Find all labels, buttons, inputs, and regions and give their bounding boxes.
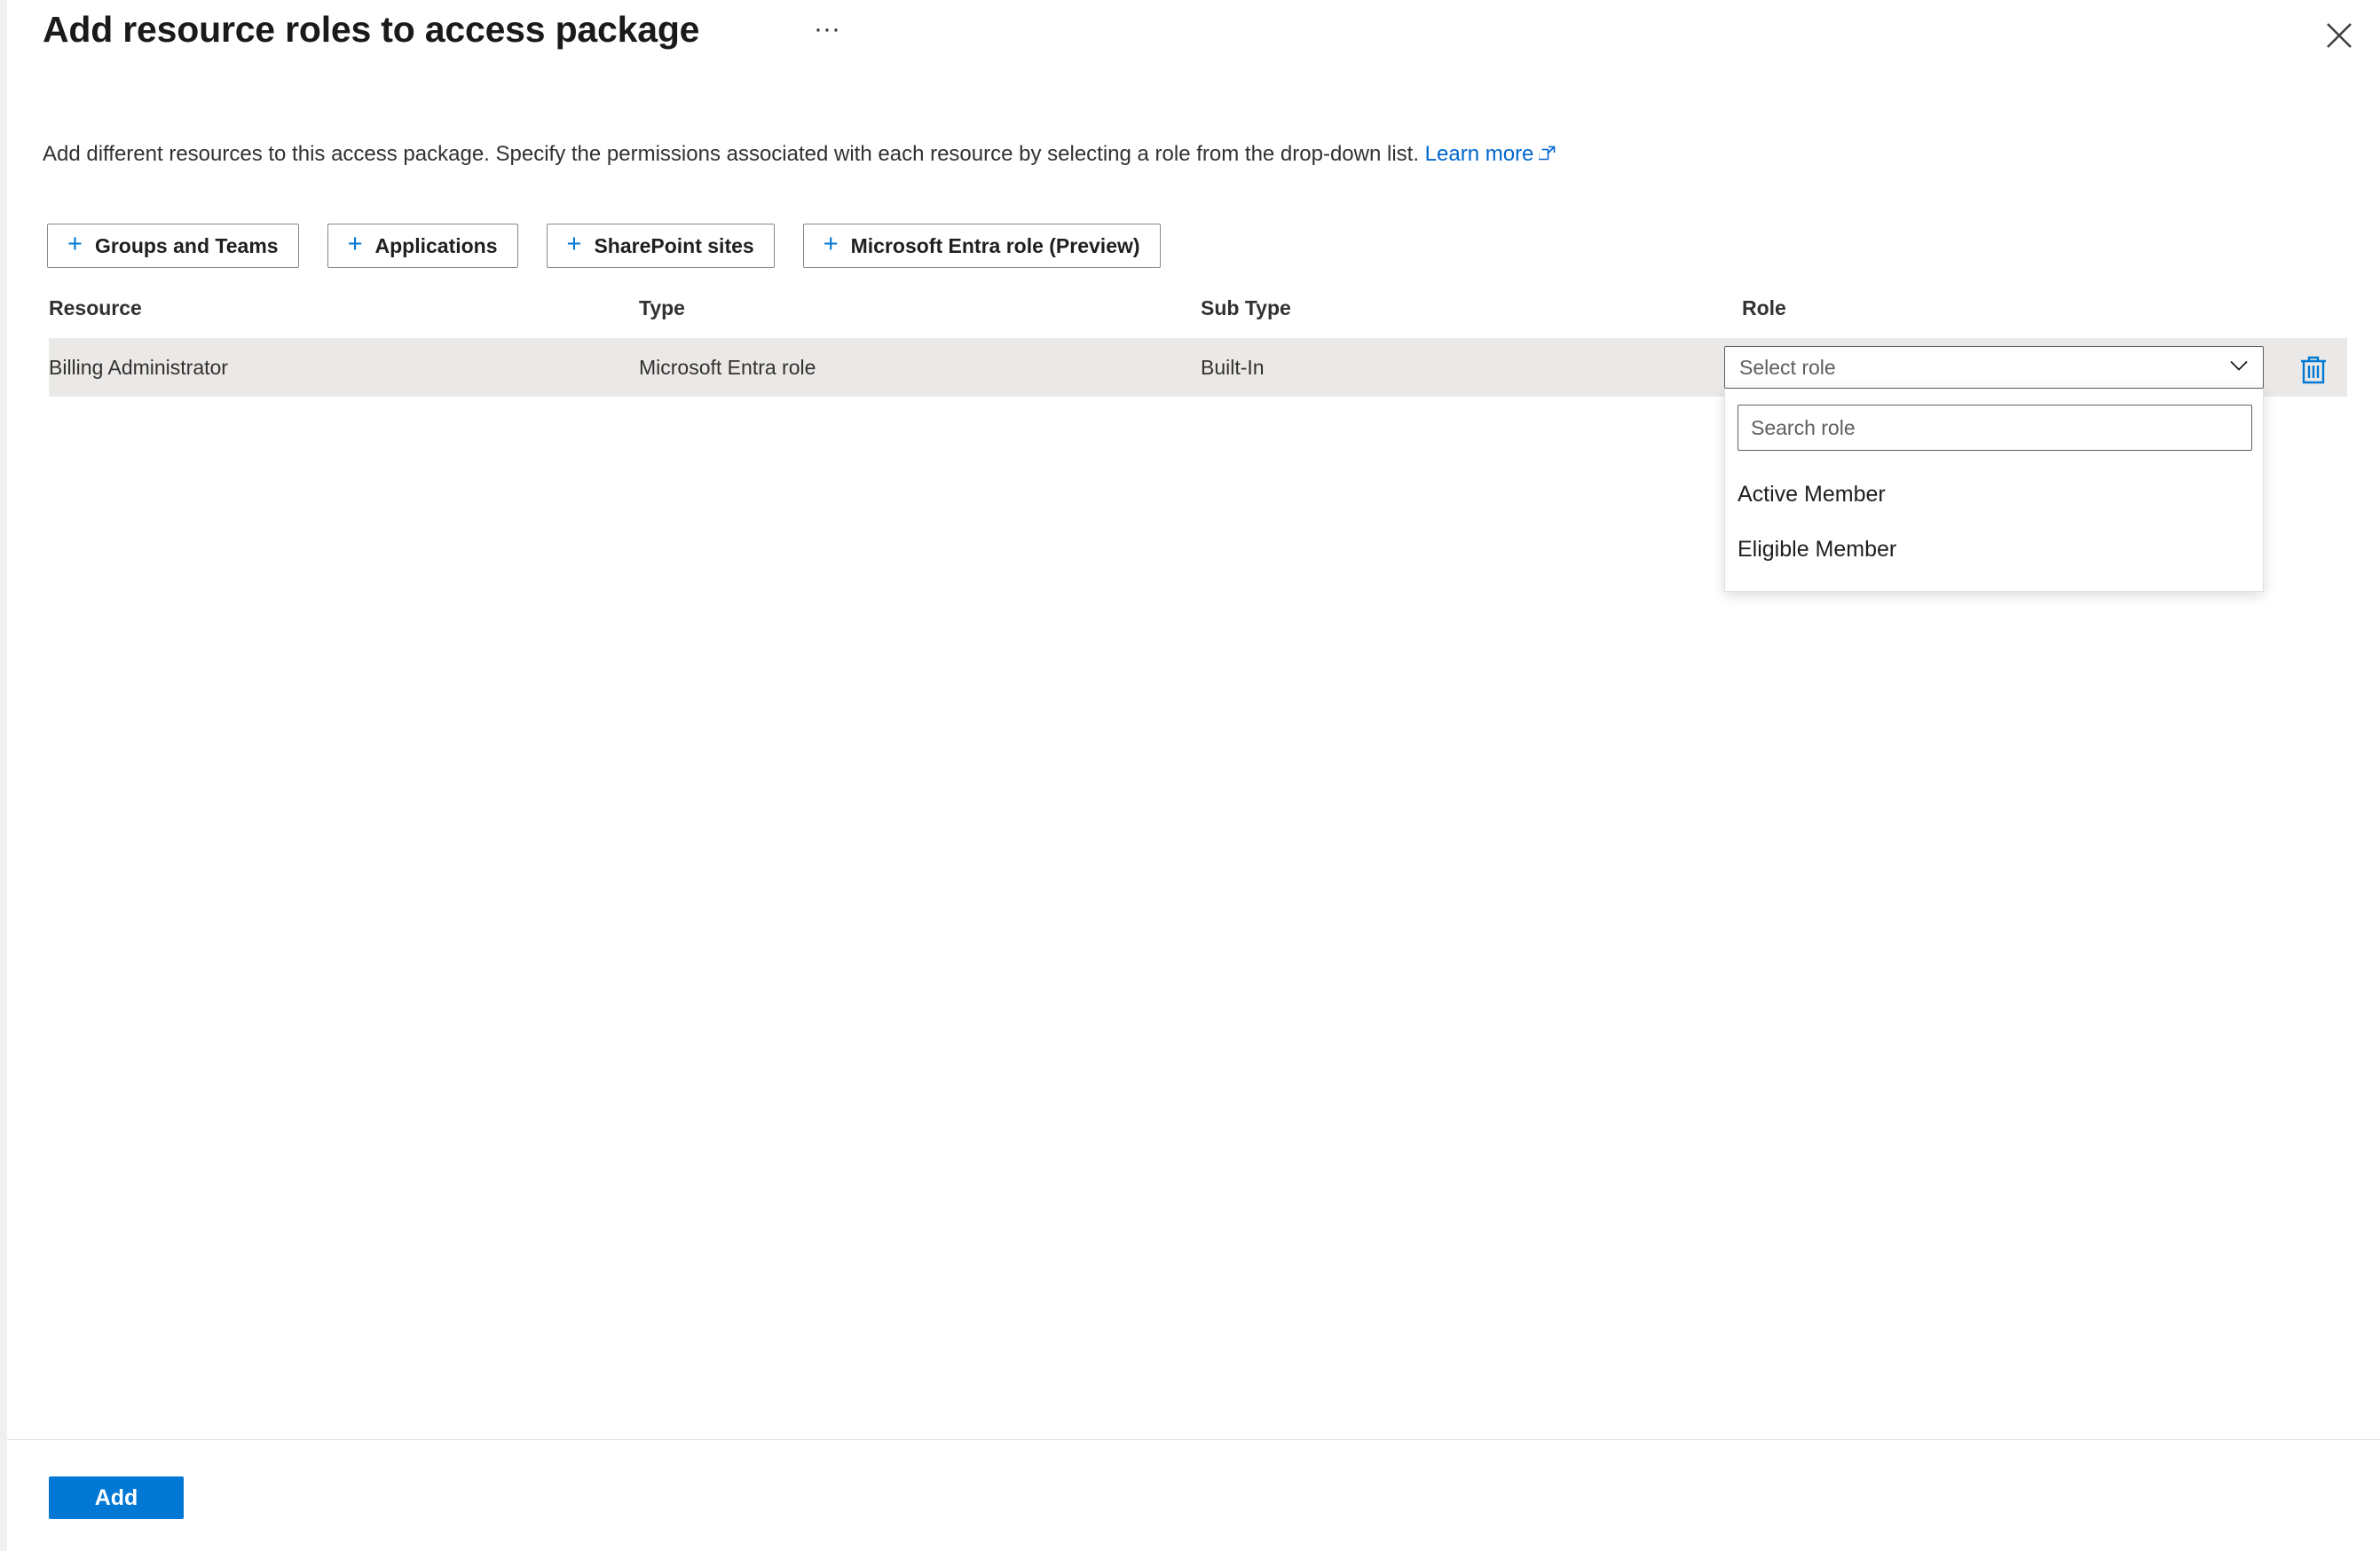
role-select-value: Select role [1739, 355, 1836, 379]
add-button[interactable]: Add [49, 1476, 184, 1519]
cell-sub-type: Built-In [1201, 356, 1265, 379]
learn-more-link[interactable]: Learn more [1425, 142, 1534, 166]
plus-icon: + [347, 230, 363, 258]
description-text: Add different resources to this access p… [43, 142, 1419, 166]
add-resource-command-bar: + Groups and Teams + Applications + Shar… [47, 224, 1161, 268]
role-search-input[interactable] [1738, 405, 2252, 451]
role-option-eligible-member[interactable]: Eligible Member [1725, 522, 2263, 577]
role-option-active-member[interactable]: Active Member [1725, 467, 2263, 522]
blade-footer: Add [7, 1439, 2380, 1551]
column-header-sub-type: Sub Type [1201, 296, 1291, 319]
blade-container: Add resource roles to access package ···… [0, 0, 2380, 1551]
more-options-icon[interactable]: ··· [806, 14, 848, 57]
external-link-icon [1538, 142, 1556, 170]
column-header-type: Type [639, 296, 685, 319]
table-row[interactable]: Billing Administrator Microsoft Entra ro… [49, 339, 2347, 592]
blade-header: Add resource roles to access package ··· [7, 0, 2380, 89]
add-applications-label: Applications [374, 233, 498, 257]
add-sharepoint-sites-button[interactable]: + SharePoint sites [546, 224, 775, 268]
add-groups-and-teams-button[interactable]: + Groups and Teams [47, 224, 299, 268]
column-header-resource: Resource [49, 296, 142, 319]
plus-icon: + [67, 230, 83, 258]
cell-type: Microsoft Entra role [639, 356, 816, 379]
trash-icon [2298, 354, 2329, 389]
plus-icon: + [566, 230, 582, 258]
role-dropdown-panel: Active Member Eligible Member [1724, 389, 2264, 592]
add-entra-role-button[interactable]: + Microsoft Entra role (Preview) [802, 224, 1161, 268]
delete-resource-button[interactable] [2294, 351, 2333, 390]
page-title: Add resource roles to access package [43, 9, 700, 50]
add-applications-button[interactable]: + Applications [327, 224, 518, 268]
cell-role: Select role Active Member Eligible Membe… [1724, 346, 2264, 592]
cell-resource: Billing Administrator [49, 356, 228, 379]
table-header-row: Resource Type Sub Type Role [49, 289, 2347, 339]
close-icon [2324, 20, 2354, 51]
chevron-down-icon [2227, 354, 2250, 382]
resources-table: Resource Type Sub Type Role Billing Admi… [49, 289, 2347, 592]
role-select-combobox[interactable]: Select role [1724, 346, 2264, 389]
add-sharepoint-sites-label: SharePoint sites [594, 233, 754, 257]
column-header-role: Role [1742, 296, 1786, 319]
learn-more-label: Learn more [1424, 142, 1534, 166]
blade-description: Add different resources to this access p… [43, 140, 1556, 170]
add-groups-and-teams-label: Groups and Teams [94, 233, 279, 257]
add-entra-role-label: Microsoft Entra role (Preview) [850, 233, 1140, 257]
plus-icon: + [823, 230, 839, 258]
close-button[interactable] [2314, 11, 2364, 60]
